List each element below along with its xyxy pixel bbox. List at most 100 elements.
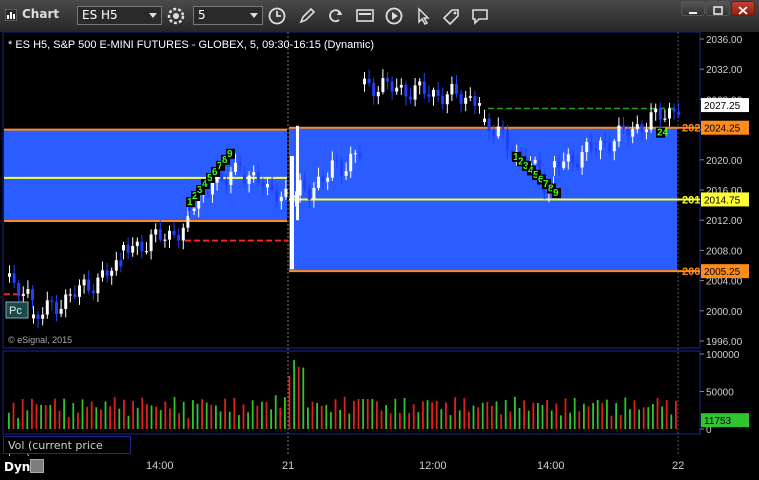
volume-bar (215, 405, 217, 429)
candle-body (31, 289, 34, 301)
chevron-down-icon[interactable] (149, 13, 157, 18)
candle-body (224, 180, 228, 185)
time-tick-label: 22 (672, 460, 685, 472)
candle-body (603, 140, 607, 143)
candle-body (158, 229, 162, 240)
candle-body (455, 83, 458, 94)
chat-bubble-icon[interactable] (470, 6, 490, 26)
maximize-button[interactable] (706, 1, 730, 16)
time-tick-label: 12:00 (419, 460, 447, 472)
close-button[interactable] (731, 1, 755, 16)
volume-bar (675, 400, 677, 429)
volume-bar (495, 401, 498, 429)
volume-bar (537, 403, 539, 429)
volume-study-label[interactable]: Vol (current price bar) (3, 436, 131, 465)
candle-body (594, 149, 598, 151)
chevron-down-icon[interactable] (250, 13, 258, 18)
volume-bar (21, 399, 24, 429)
link-tag-icon[interactable] (441, 6, 461, 26)
volume-bar (348, 413, 351, 429)
volume-bar (35, 404, 38, 429)
candle-body (181, 227, 185, 241)
volume-bar (426, 400, 429, 429)
volume-bar (228, 411, 231, 429)
volume-bar (86, 406, 88, 429)
candle-body (82, 279, 86, 286)
candle-body (557, 161, 561, 168)
clock-icon[interactable] (267, 6, 287, 26)
volume-bar (72, 403, 75, 429)
candle-body (631, 129, 635, 137)
price-tick-label: 2000.00 (706, 307, 743, 318)
candle-body (234, 162, 237, 172)
volume-bar (500, 414, 502, 429)
symbol-combo[interactable]: ES H5 (77, 6, 162, 25)
candle-body (192, 208, 196, 211)
candle-body (32, 314, 35, 319)
candle-body (635, 124, 639, 130)
time-tick-label: 14:00 (146, 460, 174, 472)
candle-body (473, 96, 477, 106)
settings-gear-icon[interactable] (166, 6, 186, 26)
volume-bar (270, 409, 272, 429)
candle-body (566, 154, 570, 162)
candle-body (589, 141, 593, 150)
play-replay-icon[interactable] (384, 6, 404, 26)
candle-body (119, 260, 123, 267)
candle-body (376, 91, 380, 97)
candle-body (335, 160, 339, 162)
volume-bar (343, 396, 346, 429)
cursor-icon[interactable] (413, 6, 433, 26)
candle-body (464, 97, 468, 104)
volume-bar (265, 402, 268, 429)
candle-body (506, 129, 509, 152)
volume-bar (670, 414, 673, 429)
volume-bar (334, 399, 337, 429)
price-tick-label: 2012.00 (706, 216, 743, 227)
price-tick-label: 2008.00 (706, 246, 743, 257)
volume-bar (104, 401, 107, 429)
volume-bar (320, 405, 323, 429)
volume-bar (173, 397, 176, 429)
volume-bar (192, 400, 194, 429)
volume-bar (8, 412, 10, 429)
interval-combo[interactable]: 5 (193, 6, 263, 25)
dynamic-mode-label[interactable]: Dyn (4, 460, 30, 474)
candle-body (36, 314, 40, 319)
refresh-icon[interactable] (326, 6, 346, 26)
volume-bar (463, 398, 466, 429)
volume-bar (477, 407, 479, 429)
candle-body (275, 190, 279, 202)
price-tick-label: 2036.00 (706, 35, 743, 46)
minimize-button[interactable] (681, 1, 705, 16)
volume-bar (633, 400, 636, 429)
link-window-icon[interactable] (30, 459, 44, 473)
volume-bar (159, 410, 162, 429)
candle-body (131, 246, 135, 253)
level-label: 200 (682, 266, 700, 278)
candle-body (211, 182, 214, 195)
candle-body (330, 160, 334, 178)
volume-bar (546, 400, 548, 429)
pencil-draw-icon[interactable] (297, 6, 317, 26)
volume-bar (242, 404, 245, 429)
volume-bar (385, 405, 387, 429)
volume-bar (81, 399, 84, 429)
candle-body (663, 118, 667, 120)
volume-bar (449, 415, 452, 429)
candle-body (206, 192, 210, 195)
price-chart[interactable]: 202201200 123456789 1 2 3 4 5 6 7 8 924 2036.0020… (0, 32, 759, 456)
volume-bar (606, 399, 608, 429)
quote-window-icon[interactable] (355, 6, 375, 26)
candle-body (654, 108, 658, 113)
volume-bar (251, 400, 254, 429)
price-tag: 2014.75 (701, 192, 749, 207)
volume-bar (601, 402, 604, 429)
candle-body (145, 251, 148, 253)
candle-body (372, 83, 376, 97)
volume-bar (619, 414, 622, 429)
volume-bar (136, 407, 139, 429)
volume-bar (95, 407, 98, 429)
time-tick-label: 21 (282, 460, 295, 472)
volume-bar (417, 412, 420, 429)
